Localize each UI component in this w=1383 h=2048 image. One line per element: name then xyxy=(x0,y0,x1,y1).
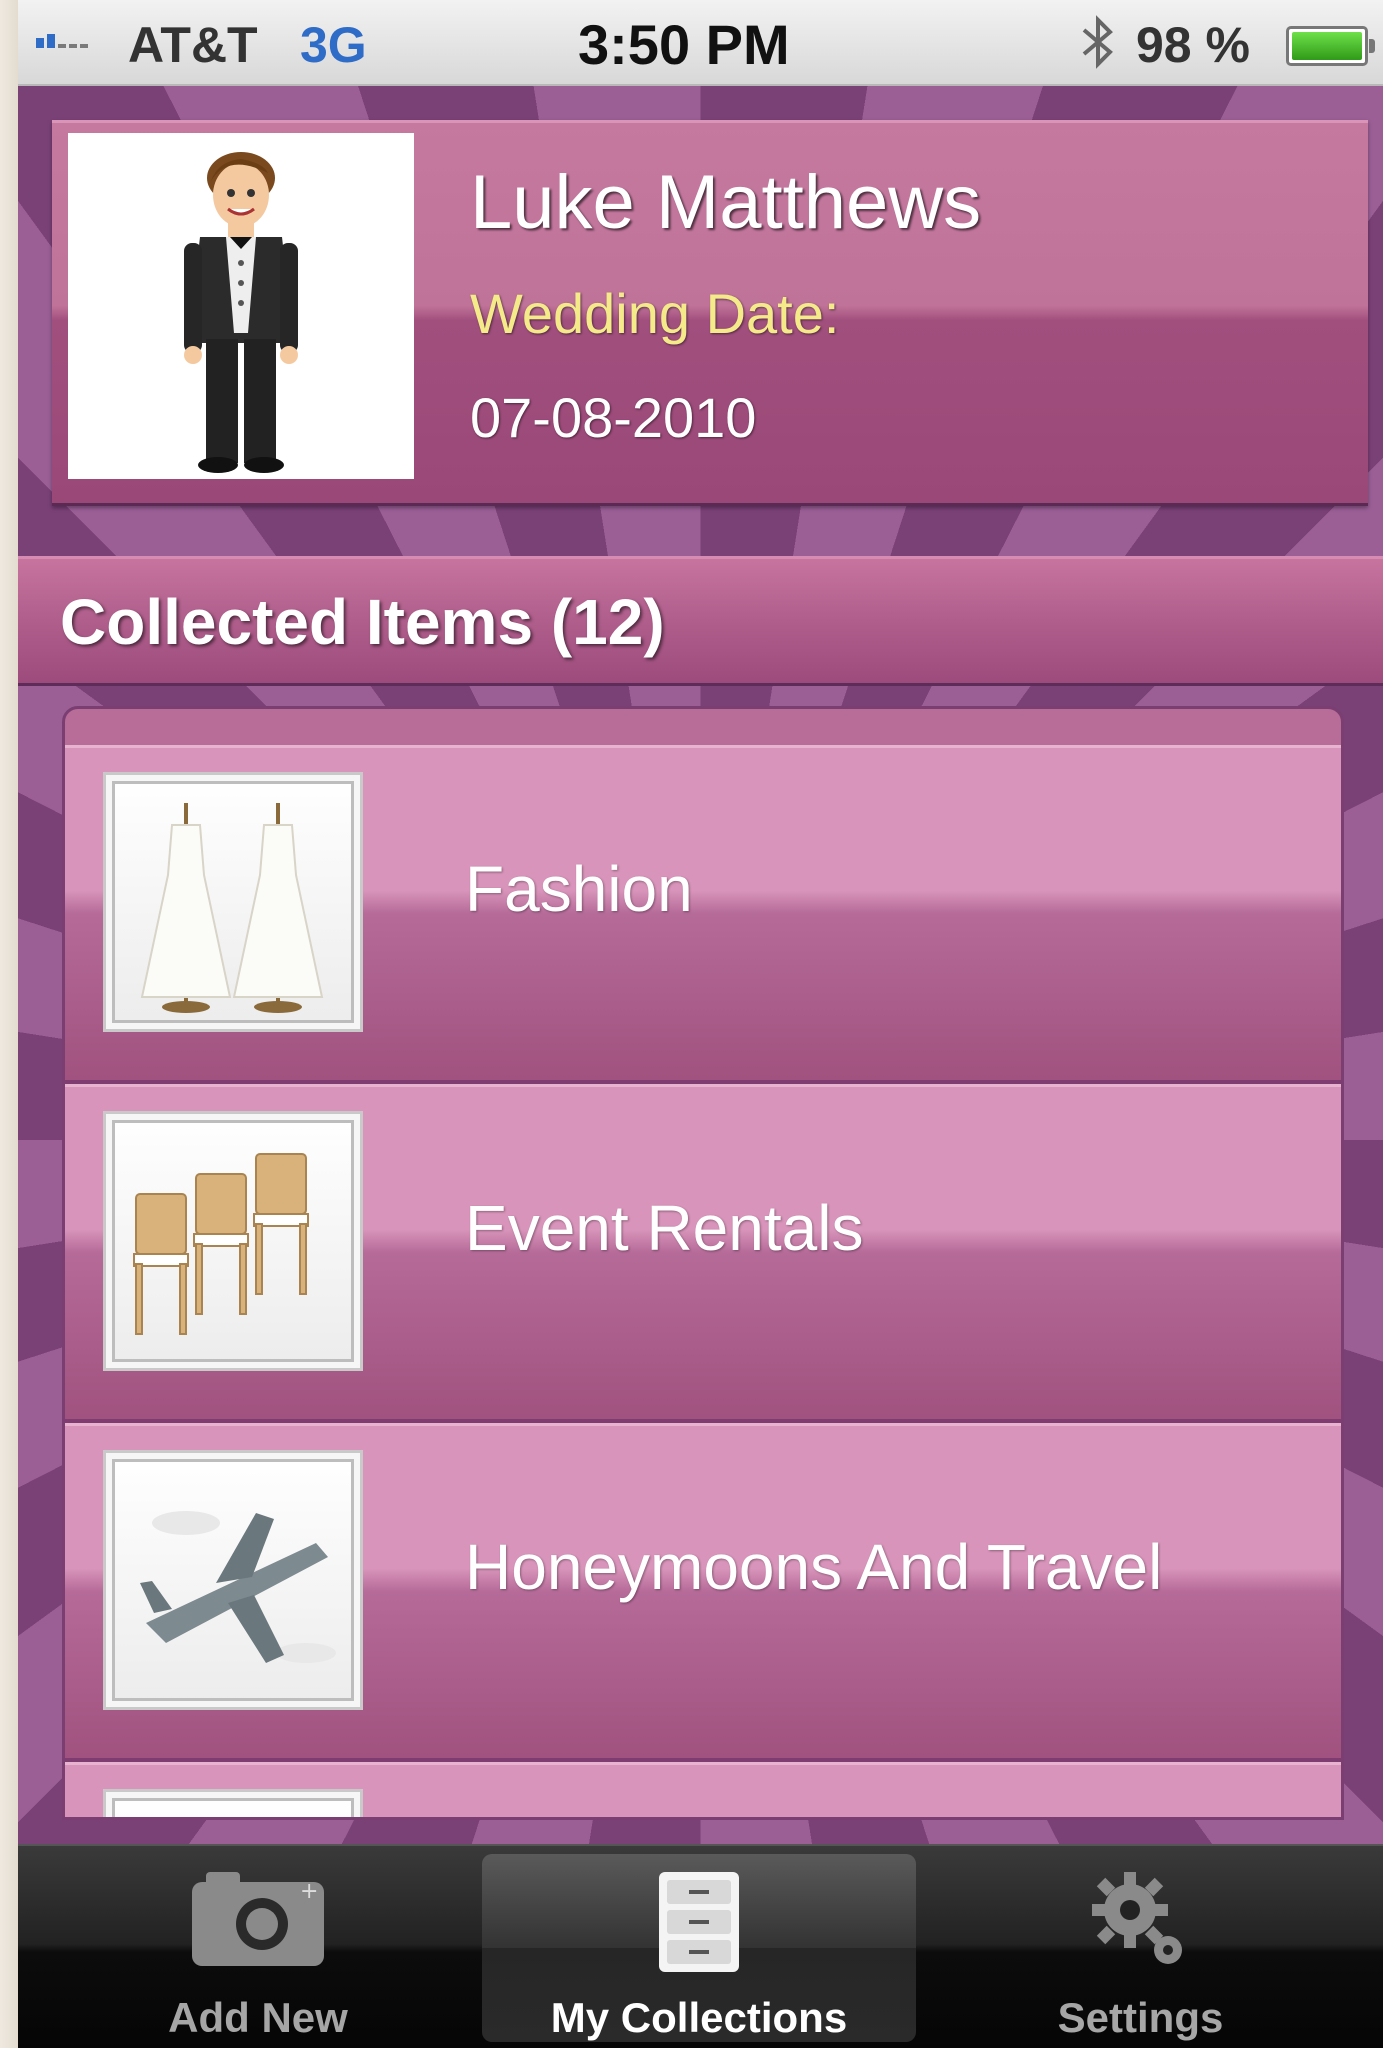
partially-visible-item-icon xyxy=(103,1789,363,1817)
list-item-label: Fashion xyxy=(465,853,693,925)
collection-list[interactable]: Fashion Event Rentals Honeymoons And Tra… xyxy=(62,706,1344,1820)
status-bar: AT&T 3G 3:50 PM 98 % xyxy=(18,0,1383,86)
signal-strength-icon xyxy=(36,34,88,48)
wedding-date-value: 07-08-2010 xyxy=(470,386,757,449)
bluetooth-icon xyxy=(1078,14,1118,83)
profile-name: Luke Matthews xyxy=(470,160,982,245)
section-title: Collected Items (12) xyxy=(60,586,665,658)
tab-label: Add New xyxy=(168,1994,348,2041)
tab-bar: + Add New My Collections Settings xyxy=(18,1844,1383,2048)
phone-screen: AT&T 3G 3:50 PM 98 % Luke Matthews Weddi… xyxy=(18,0,1383,2048)
tab-add-new[interactable]: + Add New xyxy=(58,1846,458,2048)
tab-label: My Collections xyxy=(550,1994,848,2041)
clock: 3:50 PM xyxy=(578,13,790,76)
list-item-event-rentals[interactable]: Event Rentals xyxy=(65,1084,1341,1423)
wedding-dresses-icon xyxy=(103,772,363,1032)
wedding-date-label: Wedding Date: xyxy=(470,282,840,345)
profile-card[interactable]: Luke Matthews Wedding Date: 07-08-2010 xyxy=(52,120,1368,506)
carrier-name: AT&T xyxy=(128,17,258,73)
list-item-label: Honeymoons And Travel xyxy=(465,1531,1163,1603)
battery-icon xyxy=(1286,26,1375,66)
tab-my-collections[interactable]: My Collections xyxy=(482,1846,916,2048)
svg-text:+: + xyxy=(300,1879,318,1904)
network-type: 3G xyxy=(300,17,367,73)
tab-settings[interactable]: Settings xyxy=(938,1846,1343,2048)
list-item-fashion[interactable]: Fashion xyxy=(65,745,1341,1084)
tab-label: Settings xyxy=(1057,1994,1224,2041)
list-item-label: Event Rentals xyxy=(465,1192,864,1264)
battery-percent: 98 % xyxy=(1136,17,1250,73)
gears-icon xyxy=(1086,1866,1196,1981)
groom-avatar-icon xyxy=(184,152,298,473)
list-item-partial[interactable] xyxy=(65,1762,1341,1817)
camera-icon: + xyxy=(188,1866,328,1975)
avatar[interactable] xyxy=(68,133,414,479)
left-margin-texture xyxy=(0,0,18,2048)
list-item-honeymoons-and-travel[interactable]: Honeymoons And Travel xyxy=(65,1423,1341,1762)
airplane-icon xyxy=(103,1450,363,1710)
cabinet-icon xyxy=(657,1866,741,1981)
collected-items-header: Collected Items (12) xyxy=(18,556,1383,686)
chairs-icon xyxy=(103,1111,363,1371)
